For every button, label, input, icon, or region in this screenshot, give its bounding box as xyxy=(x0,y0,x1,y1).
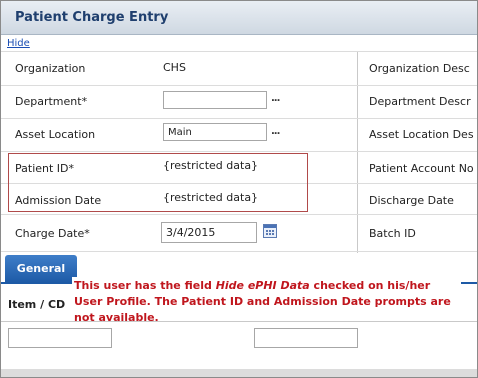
calendar-icon[interactable] xyxy=(263,224,277,238)
admission-date-value: {restricted data} xyxy=(163,191,259,204)
grid-footer xyxy=(1,369,477,377)
hide-link[interactable]: Hide xyxy=(7,38,30,49)
ephi-note: This user has the field Hide ePHI Data c… xyxy=(72,277,461,327)
discharge-date-label: Discharge Date xyxy=(369,194,454,207)
grid-header-divider xyxy=(1,321,477,322)
organization-value: CHS xyxy=(163,61,186,74)
page-title: Patient Charge Entry xyxy=(15,10,169,25)
patient-id-value: {restricted data} xyxy=(163,159,259,172)
asset-location-input[interactable] xyxy=(163,123,267,141)
department-lookup-icon[interactable]: ... xyxy=(271,93,280,104)
column-divider xyxy=(357,51,358,253)
row-divider xyxy=(1,85,477,86)
organization-desc-label: Organization Desc xyxy=(369,62,470,75)
item-column-header: Item / CD xyxy=(8,298,66,311)
batch-id-label: Batch ID xyxy=(369,227,416,240)
grid-cell-input[interactable] xyxy=(254,328,358,348)
note-prefix: This user has the field xyxy=(74,279,216,292)
row-divider xyxy=(1,214,477,215)
patient-account-label: Patient Account No xyxy=(369,162,474,175)
asset-location-lookup-icon[interactable]: ... xyxy=(271,126,280,137)
row-divider xyxy=(1,118,477,119)
department-desc-label: Department Descr xyxy=(369,95,471,108)
patient-charge-entry-window: Patient Charge Entry Hide Organization C… xyxy=(0,0,478,378)
department-input[interactable] xyxy=(163,91,267,109)
item-cell-input[interactable] xyxy=(8,328,112,348)
row-divider xyxy=(1,151,477,152)
row-divider xyxy=(1,251,477,252)
asset-location-label: Asset Location xyxy=(15,128,96,141)
organization-label: Organization xyxy=(15,62,86,75)
patient-id-label: Patient ID* xyxy=(15,162,75,175)
charge-date-input[interactable] xyxy=(161,222,257,243)
charge-date-label: Charge Date* xyxy=(15,227,90,240)
asset-location-desc-label: Asset Location Des xyxy=(369,128,474,141)
tab-general[interactable]: General xyxy=(5,255,77,283)
row-divider xyxy=(1,51,477,52)
note-field-name: Hide ePHI Data xyxy=(215,279,310,292)
department-label: Department* xyxy=(15,95,88,108)
title-bar: Patient Charge Entry xyxy=(1,1,477,35)
admission-date-label: Admission Date xyxy=(15,194,102,207)
